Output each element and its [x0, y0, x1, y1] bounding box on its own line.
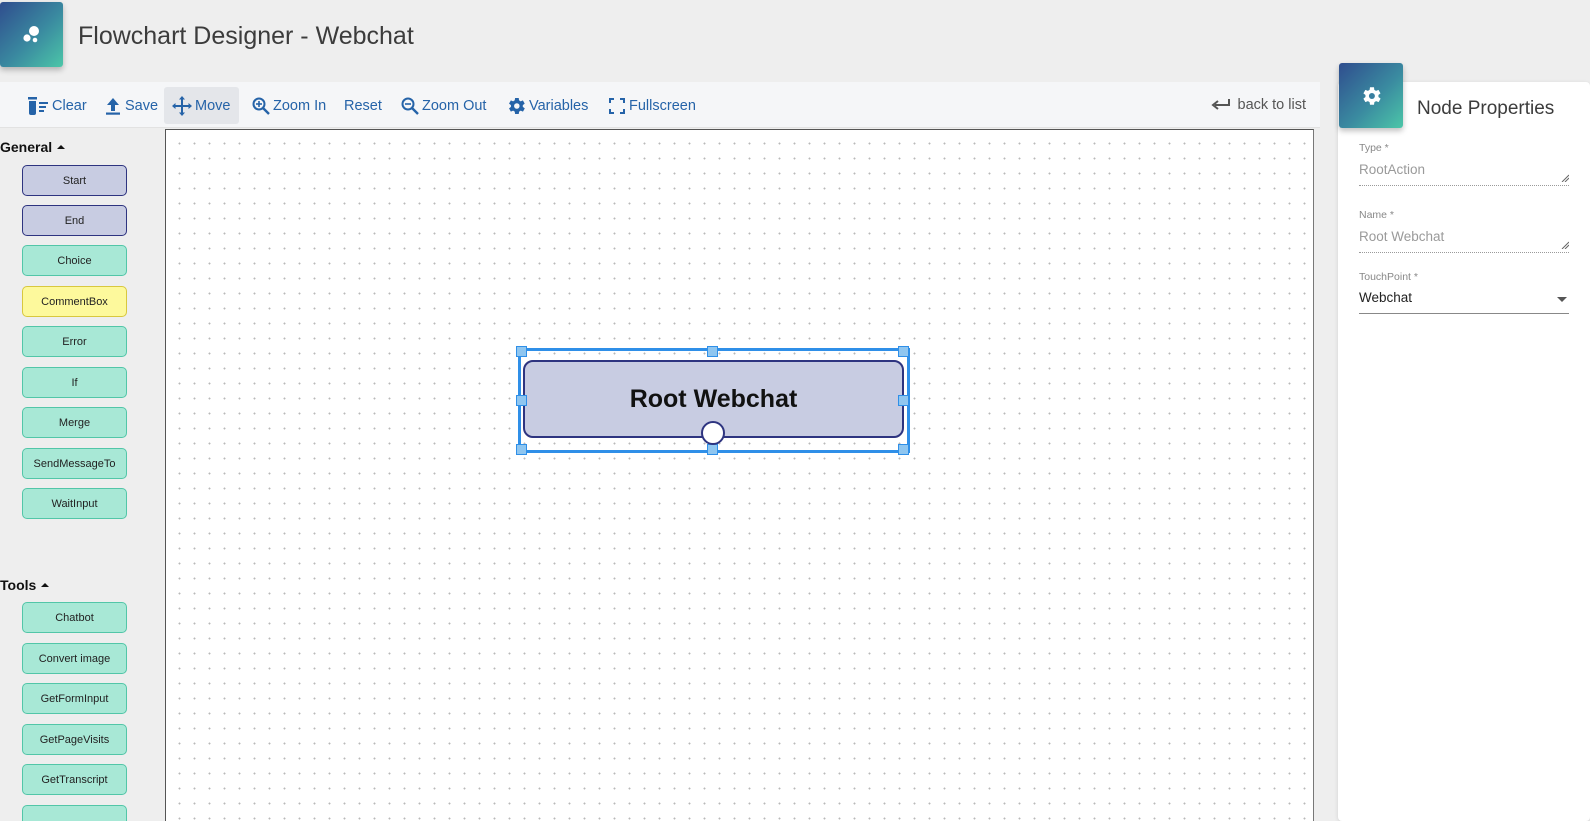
toolbar: Clear Save Move Zoom In Reset Zoom Out V… — [0, 82, 1320, 128]
dropdown-caret-icon — [1557, 297, 1567, 302]
resize-handle-top[interactable] — [707, 346, 718, 357]
touchpoint-field-label: TouchPoint * — [1359, 271, 1418, 283]
move-icon — [172, 95, 192, 116]
properties-header-icon — [1339, 63, 1403, 128]
zoom-in-button[interactable]: Zoom In — [244, 87, 333, 124]
caret-up-icon — [41, 583, 50, 587]
type-field: RootAction — [1359, 160, 1569, 186]
palette-item-gettranscript[interactable]: GetTranscript — [22, 764, 127, 795]
resize-grip-icon — [1561, 174, 1569, 182]
fullscreen-button[interactable]: Fullscreen — [600, 87, 703, 124]
back-to-list-link[interactable]: back to list — [1210, 90, 1306, 120]
bubbles-icon — [22, 25, 39, 42]
resize-handle-right[interactable] — [898, 395, 909, 406]
node-palette: General Start End Choice CommentBox Erro… — [0, 129, 165, 821]
palette-item-merge[interactable]: Merge — [22, 407, 127, 438]
type-field-label: Type * — [1359, 142, 1389, 154]
save-button[interactable]: Save — [96, 87, 165, 124]
gear-icon — [509, 97, 525, 114]
zoom-out-button[interactable]: Zoom Out — [393, 87, 493, 124]
fullscreen-icon — [609, 97, 625, 114]
zoom-in-icon — [252, 97, 270, 115]
move-button[interactable]: Move — [164, 87, 239, 124]
palette-item-convert-image[interactable]: Convert image — [22, 643, 127, 674]
resize-handle-bottom-left[interactable] — [516, 444, 527, 455]
reset-button[interactable]: Reset — [337, 87, 389, 124]
palette-item-sendmessageto[interactable]: SendMessageTo — [22, 448, 127, 479]
resize-handle-top-left[interactable] — [516, 346, 527, 357]
zoom-out-icon — [401, 97, 419, 115]
name-field-label: Name * — [1359, 209, 1395, 221]
resize-handle-bottom-right[interactable] — [898, 444, 909, 455]
app-logo — [0, 2, 63, 67]
page-title: Flowchart Designer - Webchat — [78, 22, 414, 50]
palette-item-choice[interactable]: Choice — [22, 245, 127, 276]
resize-handle-left[interactable] — [516, 395, 527, 406]
properties-title: Node Properties — [1417, 98, 1555, 119]
palette-item-start[interactable]: Start — [22, 165, 127, 196]
touchpoint-select[interactable]: Webchat — [1359, 286, 1569, 314]
palette-section-tools[interactable]: Tools — [0, 577, 50, 593]
back-arrow-icon — [1210, 99, 1230, 110]
name-field: Root Webchat — [1359, 227, 1569, 253]
palette-section-general[interactable]: General — [0, 139, 66, 155]
upload-icon — [106, 97, 120, 115]
resize-handle-top-right[interactable] — [898, 346, 909, 357]
palette-item-waitinput[interactable]: WaitInput — [22, 488, 127, 519]
palette-item-commentbox[interactable]: CommentBox — [22, 286, 127, 317]
flowchart-canvas[interactable]: Root Webchat — [165, 129, 1314, 821]
gear-icon — [1363, 86, 1381, 105]
output-port[interactable] — [701, 421, 725, 445]
palette-item-chatbot[interactable]: Chatbot — [22, 602, 127, 633]
variables-button[interactable]: Variables — [498, 87, 595, 124]
palette-item-error[interactable]: Error — [22, 326, 127, 357]
caret-up-icon — [57, 145, 66, 149]
palette-item-partial[interactable] — [22, 805, 127, 821]
palette-item-end[interactable]: End — [22, 205, 127, 236]
palette-item-getforminput[interactable]: GetFormInput — [22, 683, 127, 714]
resize-handle-bottom[interactable] — [707, 444, 718, 455]
node-properties-panel — [1338, 82, 1590, 821]
palette-item-if[interactable]: If — [22, 367, 127, 398]
resize-grip-icon — [1561, 241, 1569, 249]
palette-item-getpagevisits[interactable]: GetPageVisits — [22, 724, 127, 755]
clear-button[interactable]: Clear — [19, 87, 94, 124]
clear-icon — [28, 96, 48, 115]
